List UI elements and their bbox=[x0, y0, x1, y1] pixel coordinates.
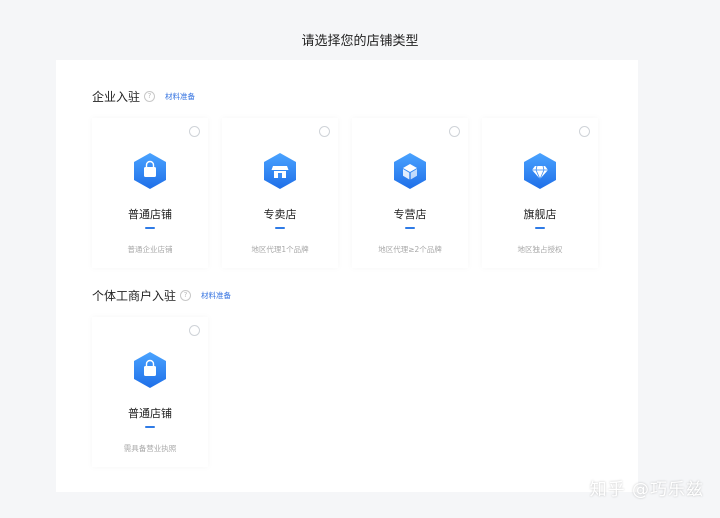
radio-button[interactable] bbox=[579, 126, 590, 137]
diamond-icon bbox=[524, 153, 556, 189]
card-underline bbox=[535, 227, 545, 229]
card-description: 普通企业店铺 bbox=[127, 245, 173, 254]
watermark: 知乎 @巧乐兹 bbox=[589, 480, 704, 500]
radio-button[interactable] bbox=[319, 126, 330, 137]
card-title: 普通店铺 bbox=[128, 407, 172, 420]
card-title: 专卖店 bbox=[263, 208, 297, 221]
materials-link[interactable]: 材料准备 bbox=[201, 290, 231, 301]
page-title: 请选择您的店铺类型 bbox=[301, 34, 419, 49]
card-title: 普通店铺 bbox=[128, 208, 172, 221]
card-title: 旗舰店 bbox=[523, 208, 557, 221]
card-description: 需具备营业执照 bbox=[123, 444, 177, 453]
help-icon[interactable]: ? bbox=[144, 90, 156, 102]
shopping-bag-icon bbox=[134, 153, 166, 189]
shopping-bag-icon bbox=[134, 352, 166, 388]
card-underline bbox=[145, 227, 155, 229]
store-card-flagship[interactable]: 旗舰店 地区独占授权 bbox=[482, 118, 598, 268]
card-underline bbox=[405, 227, 415, 229]
section-title: 个体工商户入驻 bbox=[92, 288, 177, 303]
card-underline bbox=[145, 426, 155, 428]
card-description: 地区独占授权 bbox=[517, 245, 563, 254]
card-underline bbox=[275, 227, 285, 229]
card-description: 地区代理≥2个品牌 bbox=[378, 245, 442, 254]
page: 请选择您的店铺类型 企业入驻 ? 材料准备 普通店铺 普通企业店铺 专卖店 地区… bbox=[0, 0, 720, 518]
card-title: 专营店 bbox=[393, 208, 427, 221]
store-type-panel: 企业入驻 ? 材料准备 普通店铺 普通企业店铺 专卖店 地区代理1个品牌 专营店… bbox=[56, 60, 638, 492]
materials-link[interactable]: 材料准备 bbox=[165, 91, 195, 102]
store-card-regular[interactable]: 普通店铺 普通企业店铺 bbox=[92, 118, 208, 268]
section-title: 企业入驻 bbox=[92, 89, 141, 104]
radio-button[interactable] bbox=[189, 325, 200, 336]
section-enterprise-header: 企业入驻 ? 材料准备 bbox=[92, 87, 195, 105]
box-icon bbox=[394, 153, 426, 189]
help-icon[interactable]: ? bbox=[180, 289, 192, 301]
store-card-exclusive[interactable]: 专卖店 地区代理1个品牌 bbox=[222, 118, 338, 268]
card-description: 地区代理1个品牌 bbox=[251, 245, 309, 254]
store-card-specialty[interactable]: 专营店 地区代理≥2个品牌 bbox=[352, 118, 468, 268]
radio-button[interactable] bbox=[189, 126, 200, 137]
radio-button[interactable] bbox=[449, 126, 460, 137]
storefront-icon bbox=[264, 153, 296, 189]
section-individual-header: 个体工商户入驻 ? 材料准备 bbox=[92, 286, 231, 304]
store-card-individual-regular[interactable]: 普通店铺 需具备营业执照 bbox=[92, 317, 208, 467]
